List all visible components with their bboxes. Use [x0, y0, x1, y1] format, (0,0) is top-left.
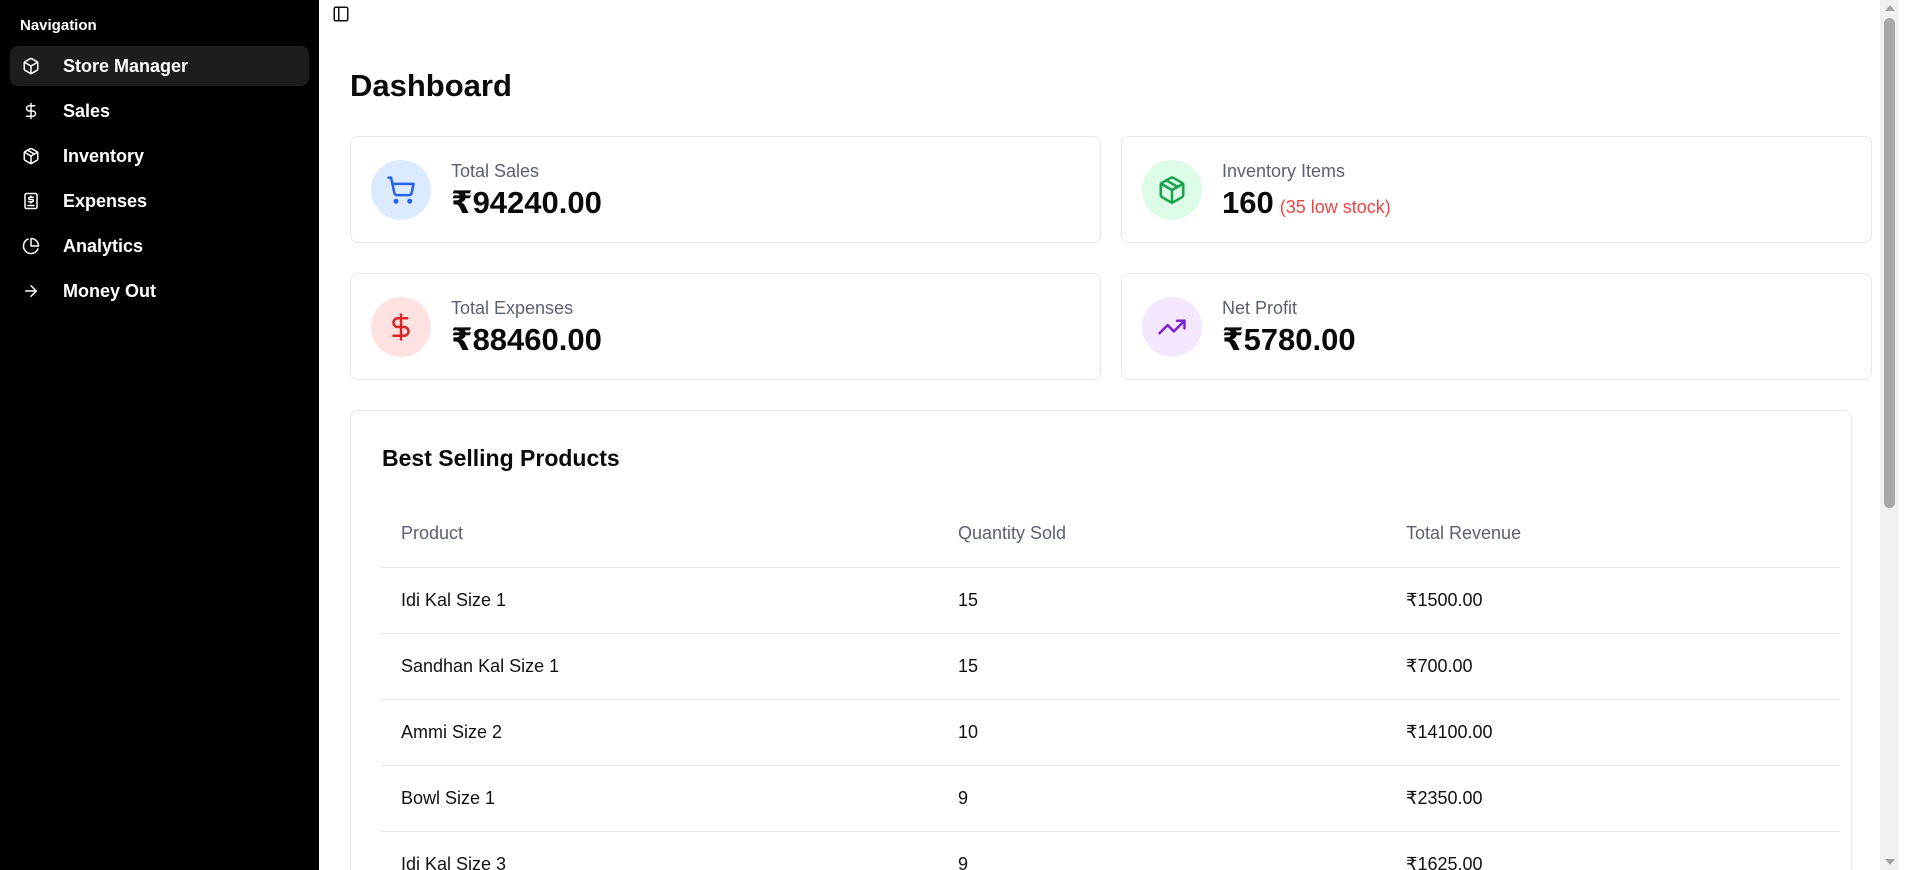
- app-root: Navigation Store Manager Sales Inventory: [0, 0, 1919, 870]
- pie-chart-icon: [22, 237, 40, 255]
- sidebar-item-label: Inventory: [63, 145, 145, 166]
- cell-product: Idi Kal Size 1: [381, 567, 938, 634]
- table-row: Sandhan Kal Size 1 15 ₹700.00: [381, 633, 1840, 700]
- stat-value: 160: [1222, 185, 1274, 220]
- scroll-down-icon[interactable]: [1885, 859, 1895, 865]
- cell-revenue: ₹700.00: [1386, 633, 1840, 700]
- stat-card-net-profit: Net Profit ₹5780.00: [1121, 273, 1872, 380]
- dollar-sign-icon: [371, 297, 431, 357]
- stat-card-inventory-items: Inventory Items 160 (35 low stock): [1121, 136, 1872, 243]
- package-icon: [1142, 160, 1202, 220]
- shopping-cart-icon: [371, 160, 431, 220]
- low-stock-note: (35 low stock): [1279, 197, 1391, 217]
- sidebar-item-label: Expenses: [63, 190, 148, 211]
- stat-label: Total Sales: [451, 161, 540, 181]
- best-selling-card: Best Selling Products Product Quantity S…: [350, 410, 1852, 870]
- cell-revenue: ₹14100.00: [1386, 699, 1840, 766]
- sidebar-toggle-button[interactable]: [331, 6, 351, 26]
- page-title: Dashboard: [350, 68, 512, 103]
- column-header-product: Product: [381, 501, 938, 568]
- scrollbar-thumb[interactable]: [1884, 18, 1895, 508]
- vertical-scrollbar[interactable]: [1880, 0, 1899, 870]
- section-title: Best Selling Products: [382, 445, 620, 471]
- cell-quantity: 15: [938, 567, 1386, 634]
- sidebar-item-expenses[interactable]: Expenses: [10, 181, 309, 221]
- stat-card-total-expenses: Total Expenses ₹88460.00: [350, 273, 1101, 380]
- cell-product: Ammi Size 2: [381, 699, 938, 766]
- dollar-icon: [22, 102, 40, 120]
- cell-product: Idi Kal Size 3: [381, 831, 938, 870]
- sidebar-item-inventory[interactable]: Inventory: [10, 136, 309, 176]
- cell-revenue: ₹2350.00: [1386, 765, 1840, 832]
- sidebar-item-sales[interactable]: Sales: [10, 91, 309, 131]
- cell-product: Sandhan Kal Size 1: [381, 633, 938, 700]
- cell-revenue: ₹1500.00: [1386, 567, 1840, 634]
- main-content: Dashboard Total Sales ₹94240.00 Inventor…: [319, 0, 1899, 870]
- stat-value: ₹94240.00: [451, 185, 602, 220]
- cell-product: Bowl Size 1: [381, 765, 938, 832]
- trending-up-icon: [1142, 297, 1202, 357]
- table-row: Idi Kal Size 1 15 ₹1500.00: [381, 567, 1840, 634]
- scroll-up-icon[interactable]: [1885, 5, 1895, 11]
- receipt-icon: [22, 192, 40, 210]
- nav-list: Store Manager Sales Inventory Expenses A…: [10, 46, 309, 316]
- sidebar-item-label: Store Manager: [63, 55, 189, 76]
- nav-heading: Navigation: [20, 17, 97, 34]
- table-header-row: Product Quantity Sold Total Revenue: [381, 501, 1840, 568]
- sidebar-item-label: Sales: [63, 100, 111, 121]
- sidebar-toggle-icon: [332, 5, 350, 28]
- sidebar-item-label: Money Out: [63, 280, 156, 301]
- best-selling-table: Product Quantity Sold Total Revenue Idi …: [381, 501, 1840, 870]
- sidebar-item-store-manager[interactable]: Store Manager: [10, 46, 309, 86]
- sidebar: Navigation Store Manager Sales Inventory: [0, 0, 319, 870]
- stat-label: Total Expenses: [451, 298, 574, 318]
- column-header-quantity: Quantity Sold: [938, 501, 1386, 568]
- stat-label: Inventory Items: [1222, 161, 1346, 181]
- cell-revenue: ₹1625.00: [1386, 831, 1840, 870]
- table-row: Bowl Size 1 9 ₹2350.00: [381, 765, 1840, 832]
- arrow-right-icon: [22, 282, 40, 300]
- stat-value: ₹88460.00: [451, 322, 602, 357]
- sidebar-item-money-out[interactable]: Money Out: [10, 271, 309, 311]
- column-header-revenue: Total Revenue: [1386, 501, 1840, 568]
- sidebar-item-analytics[interactable]: Analytics: [10, 226, 309, 266]
- sidebar-item-label: Analytics: [63, 235, 144, 256]
- cell-quantity: 9: [938, 765, 1386, 832]
- stat-value: ₹5780.00: [1222, 322, 1356, 357]
- stat-label: Net Profit: [1222, 298, 1298, 318]
- box-icon: [22, 57, 40, 75]
- cell-quantity: 15: [938, 633, 1386, 700]
- stat-value-row: 160 (35 low stock): [1222, 185, 1391, 221]
- cell-quantity: 9: [938, 831, 1386, 870]
- cell-quantity: 10: [938, 699, 1386, 766]
- table-row: Ammi Size 2 10 ₹14100.00: [381, 699, 1840, 766]
- boxes-icon: [22, 147, 40, 165]
- stat-card-total-sales: Total Sales ₹94240.00: [350, 136, 1101, 243]
- table-row: Idi Kal Size 3 9 ₹1625.00: [381, 831, 1840, 870]
